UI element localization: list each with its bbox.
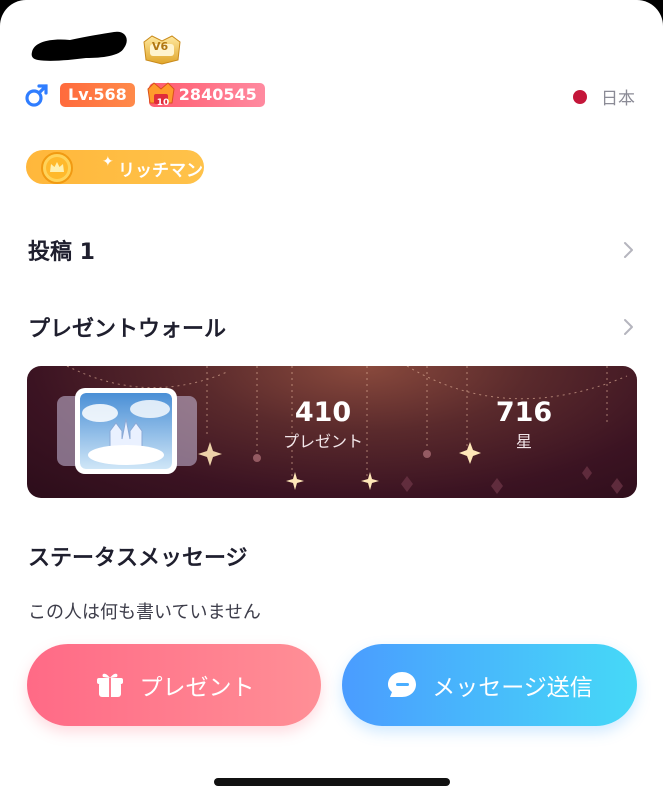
star-count-value: 716	[495, 397, 553, 428]
gift-wall-title: プレゼントウォール	[28, 317, 227, 342]
wealth-badge: 10 2840545	[147, 82, 265, 108]
chat-bubble-icon	[388, 672, 417, 697]
star-count-stat: 716 星	[464, 396, 584, 454]
title-badge[interactable]: ✦ リッチマン	[26, 150, 204, 184]
vip-label: V6	[152, 40, 169, 53]
title-badge-label: リッチマン	[118, 161, 203, 181]
japan-flag-icon	[573, 89, 587, 104]
gift-count-value: 410	[294, 397, 352, 428]
gift-wall-row[interactable]: プレゼントウォール	[28, 309, 635, 345]
gift-thumbnail[interactable]	[75, 388, 177, 474]
send-gift-button[interactable]: プレゼント	[27, 644, 321, 726]
status-message-text: この人は何も書いていません	[28, 602, 261, 623]
send-message-label: メッセージ送信	[432, 675, 593, 701]
profile-sheet: V6 Lv.568 10 2840545 日本 ✦ リッチマン 投稿 1 プレゼ…	[0, 0, 663, 800]
gift-count-label: プレゼント	[282, 432, 363, 451]
gift-wall-banner[interactable]: 410 プレゼント 716 星	[27, 366, 637, 498]
send-message-button[interactable]: メッセージ送信	[342, 644, 637, 726]
status-message-title: ステータスメッセージ	[28, 546, 248, 571]
posts-label: 投稿 1	[28, 240, 95, 265]
chevron-right-icon	[624, 242, 633, 258]
coin-crown-icon	[41, 152, 73, 184]
country-info: 日本	[573, 84, 635, 109]
send-gift-label: プレゼント	[139, 675, 255, 701]
wealth-rank: 10	[156, 98, 170, 108]
level-badge: Lv.568	[60, 83, 135, 107]
badges-row: Lv.568 10 2840545	[24, 82, 265, 108]
chevron-right-icon	[624, 319, 633, 335]
home-indicator	[214, 778, 450, 786]
posts-row[interactable]: 投稿 1	[28, 232, 635, 268]
star-count-label: 星	[515, 432, 532, 451]
wealth-value: 2840545	[178, 85, 257, 104]
male-icon	[25, 84, 48, 107]
castle-gift-image	[80, 393, 172, 469]
country-label: 日本	[601, 89, 635, 109]
sparkle-icon: ✦	[102, 154, 114, 170]
username-redacted	[31, 31, 127, 61]
gift-icon	[96, 673, 123, 697]
gift-count-stat: 410 プレゼント	[263, 396, 383, 454]
